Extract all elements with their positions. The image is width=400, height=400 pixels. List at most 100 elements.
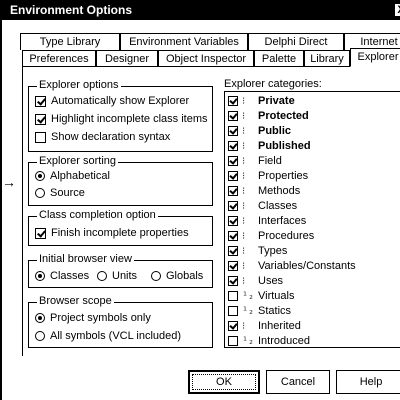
show-declaration-syntax-checkbox[interactable]: Show declaration syntax xyxy=(35,131,170,143)
category-label: Uses xyxy=(258,275,284,287)
category-item[interactable]: ⁝ Methods xyxy=(228,184,300,198)
tab-environment-variables[interactable]: Environment Variables xyxy=(120,33,248,50)
auto-show-explorer-checkbox[interactable]: Automatically show Explorer xyxy=(35,95,189,107)
scope-all-symbols-radio[interactable]: All symbols (VCL included) xyxy=(35,330,181,342)
radio-dot[interactable] xyxy=(35,331,45,341)
category-checkbox[interactable] xyxy=(228,141,238,151)
category-checkbox[interactable] xyxy=(228,171,238,181)
tab-preferences[interactable]: Preferences xyxy=(22,50,96,67)
finish-incomplete-properties-checkbox[interactable]: Finish incomplete properties xyxy=(35,227,189,239)
radio-label: Globals xyxy=(166,270,204,282)
category-item[interactable]: ⁝ Procedures xyxy=(228,229,314,243)
tab-explorer[interactable]: Explorer xyxy=(350,48,400,67)
window-title: Environment Options xyxy=(10,3,133,17)
checkbox-box[interactable] xyxy=(35,227,46,239)
radio-dot[interactable] xyxy=(35,188,45,198)
radio-label: Units xyxy=(112,270,138,282)
category-checkbox[interactable] xyxy=(228,306,238,316)
help-button[interactable]: Help xyxy=(336,370,400,394)
category-label: Virtuals xyxy=(258,290,295,302)
category-checkbox[interactable] xyxy=(228,201,238,211)
category-item[interactable]: ⁝ Classes xyxy=(228,199,297,213)
category-checkbox[interactable] xyxy=(228,96,238,106)
checkbox-box[interactable] xyxy=(35,95,46,107)
view-classes-radio[interactable]: Classes xyxy=(35,270,89,282)
explorer-sorting-legend: Explorer sorting xyxy=(37,155,119,167)
scope-project-symbols-radio[interactable]: Project symbols only xyxy=(35,312,151,324)
tab-palette[interactable]: Palette xyxy=(254,50,304,67)
category-item[interactable]: ⁝ Uses xyxy=(228,274,283,288)
tab-type-library[interactable]: Type Library xyxy=(20,33,120,50)
title-bar: Environment Options X xyxy=(2,0,400,20)
category-folder-icon: ⁝ xyxy=(242,215,246,227)
sort-alphabetical-radio[interactable]: Alphabetical xyxy=(35,170,110,182)
close-icon[interactable]: X xyxy=(394,3,400,17)
category-folder-icon: ⁝ xyxy=(242,140,246,152)
category-item[interactable]: ⁝ Public xyxy=(228,124,291,138)
category-item[interactable]: ⁝ Variables/Constants xyxy=(228,259,356,273)
class-completion-group: Class completion option Finish incomplet… xyxy=(28,209,213,246)
radio-dot[interactable] xyxy=(35,171,45,181)
category-checkbox[interactable] xyxy=(228,291,238,301)
category-folder-icon: ⁝ xyxy=(242,185,246,197)
radio-dot[interactable] xyxy=(35,271,45,281)
ok-button[interactable]: OK xyxy=(188,370,260,394)
checkbox-label: Highlight incomplete class items xyxy=(51,113,208,125)
category-folder-icon: ⁝ xyxy=(242,230,246,242)
cancel-button[interactable]: Cancel xyxy=(266,370,330,394)
tab-object-inspector[interactable]: Object Inspector xyxy=(158,50,254,67)
category-item[interactable]: ¹₂ Statics xyxy=(228,304,291,318)
category-split-icon: ¹₂ xyxy=(242,305,255,317)
category-item[interactable]: ¹₂ Introduced xyxy=(228,334,310,347)
category-checkbox[interactable] xyxy=(228,231,238,241)
radio-label: Source xyxy=(50,187,85,199)
category-item[interactable]: ⁝ Types xyxy=(228,244,287,258)
category-checkbox[interactable] xyxy=(228,126,238,136)
checkbox-box[interactable] xyxy=(35,131,46,143)
explorer-categories-list[interactable]: ⁝ Private ⁝ Protected ⁝ Public ⁝ Published ⁝ Fiel… xyxy=(224,91,400,348)
category-label: Classes xyxy=(258,200,298,212)
category-checkbox[interactable] xyxy=(228,216,238,226)
category-item[interactable]: ⁝ Protected xyxy=(228,109,309,123)
radio-dot[interactable] xyxy=(151,271,161,281)
pointer-arrow-icon: → xyxy=(2,174,16,190)
category-label: Private xyxy=(258,95,295,107)
category-checkbox[interactable] xyxy=(228,276,238,286)
category-item[interactable]: ¹₂ Virtuals xyxy=(228,289,294,303)
tab-library[interactable]: Library xyxy=(304,50,350,67)
category-label: Types xyxy=(258,245,288,257)
category-checkbox[interactable] xyxy=(228,321,238,331)
category-item[interactable]: ⁝ Interfaces xyxy=(228,214,306,228)
category-item[interactable]: ⁝ Private xyxy=(228,94,295,108)
category-checkbox[interactable] xyxy=(228,111,238,121)
tab-delphi-direct[interactable]: Delphi Direct xyxy=(248,33,344,50)
category-split-icon: ¹₂ xyxy=(242,290,255,302)
tab-designer[interactable]: Designer xyxy=(96,50,158,67)
category-folder-icon: ⁝ xyxy=(242,170,246,182)
ok-button-label: OK xyxy=(192,374,256,390)
category-item[interactable]: ⁝ Published xyxy=(228,139,311,153)
category-checkbox[interactable] xyxy=(228,246,238,256)
category-checkbox[interactable] xyxy=(228,336,238,346)
browser-scope-legend: Browser scope xyxy=(37,295,114,307)
radio-dot[interactable] xyxy=(97,271,107,281)
class-completion-legend: Class completion option xyxy=(37,209,158,221)
radio-dot[interactable] xyxy=(35,313,45,323)
category-item[interactable]: ⁝ Properties xyxy=(228,169,308,183)
sort-source-radio[interactable]: Source xyxy=(35,187,85,199)
highlight-incomplete-checkbox[interactable]: Highlight incomplete class items xyxy=(35,113,208,125)
category-label: Properties xyxy=(258,170,309,182)
category-item[interactable]: ⁝ Field xyxy=(228,154,282,168)
view-units-radio[interactable]: Units xyxy=(97,270,137,282)
category-checkbox[interactable] xyxy=(228,186,238,196)
checkbox-label: Automatically show Explorer xyxy=(51,95,190,107)
view-globals-radio[interactable]: Globals xyxy=(151,270,203,282)
category-folder-icon: ⁝ xyxy=(242,155,246,167)
checkbox-box[interactable] xyxy=(35,113,46,125)
category-label: Protected xyxy=(258,110,309,122)
category-item[interactable]: ⁝ Inherited xyxy=(228,319,301,333)
category-label: Field xyxy=(258,155,282,167)
category-checkbox[interactable] xyxy=(228,156,238,166)
category-checkbox[interactable] xyxy=(228,261,238,271)
category-label: Public xyxy=(258,125,292,137)
